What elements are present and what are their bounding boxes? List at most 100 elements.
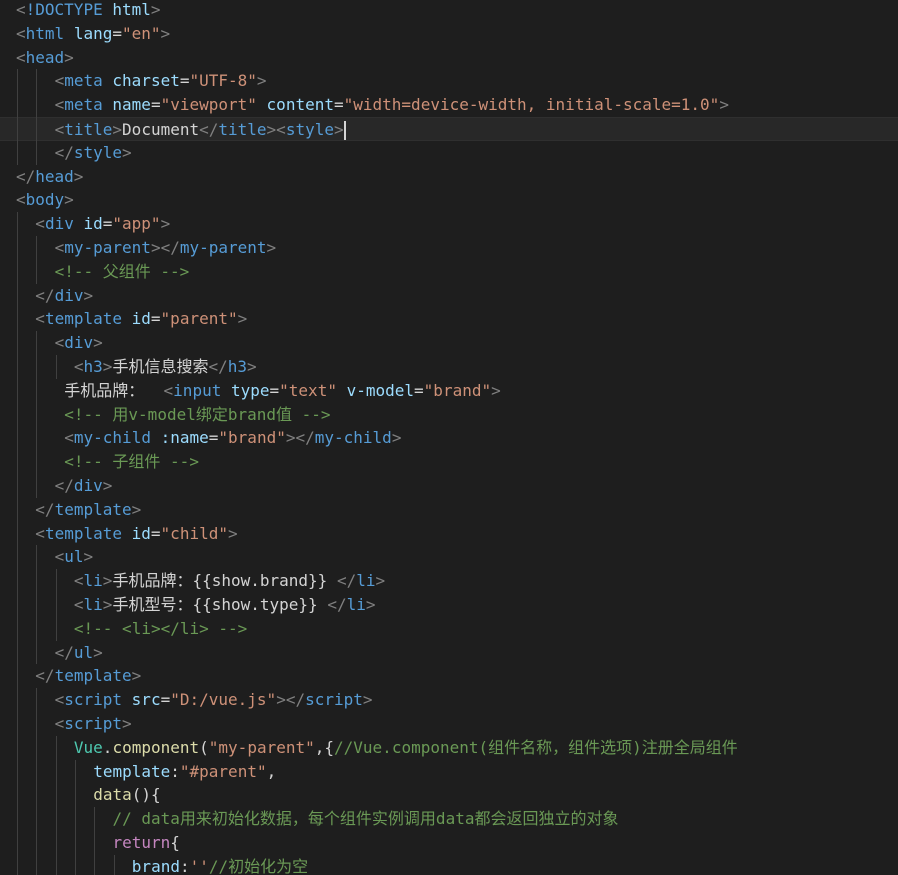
code-line[interactable]: data(){ — [0, 783, 898, 807]
plain-text: = — [150, 523, 161, 543]
code-line[interactable]: </div> — [0, 284, 898, 308]
tag-name: !DOCTYPE — [25, 0, 103, 19]
code-line[interactable]: <meta charset="UTF-8"> — [0, 69, 898, 93]
tag-name: ul — [73, 642, 94, 662]
code-line[interactable]: </head> — [0, 165, 898, 189]
string-literal: "D:/vue.js" — [170, 690, 277, 710]
tag-name: li — [83, 595, 103, 614]
plain-text — [122, 524, 132, 543]
code-comment: //Vue.component(组件名称，组件选项)注册全局组件 — [334, 737, 738, 757]
code-line[interactable]: <!-- <li></li> --> — [0, 617, 898, 641]
tag-name: template — [54, 666, 132, 686]
tag-bracket: > — [333, 120, 344, 139]
identifier: brand — [131, 856, 180, 875]
string-literal: "en" — [121, 23, 161, 43]
tag-bracket: > — [83, 547, 94, 567]
code-line[interactable]: </ul> — [0, 641, 898, 665]
tag-bracket: ></ — [285, 428, 315, 448]
plain-text: . — [102, 737, 113, 757]
code-line[interactable]: <template id="parent"> — [0, 307, 898, 331]
code-line[interactable]: <meta name="viewport" content="width=dev… — [0, 93, 898, 117]
plain-text — [122, 309, 132, 328]
attribute-name: :name — [160, 428, 209, 448]
string-literal: "parent" — [160, 309, 238, 329]
plain-text: { — [170, 833, 180, 852]
code-line[interactable]: <li>手机型号：{{show.type}} </li> — [0, 593, 898, 617]
plain-text — [122, 690, 132, 709]
code-line[interactable]: <title>Document</title><style> — [0, 117, 898, 141]
code-comment: <!-- 父组件 --> — [54, 261, 190, 281]
string-literal: "viewport" — [160, 95, 257, 115]
code-line[interactable]: </style> — [0, 141, 898, 165]
code-line[interactable]: <ul> — [0, 545, 898, 569]
code-line[interactable]: <my-child :name="brand"></my-child> — [0, 426, 898, 450]
plain-text — [257, 95, 267, 114]
code-line[interactable]: <head> — [0, 46, 898, 70]
code-line[interactable]: 手机品牌： <input type="text" v-model="brand"… — [0, 379, 898, 403]
plain-text: 手机品牌： — [64, 380, 164, 400]
identifier: template — [93, 761, 171, 781]
plain-text: ,{ — [314, 737, 335, 757]
code-line[interactable]: <!-- 父组件 --> — [0, 260, 898, 284]
tag-bracket: </ — [54, 642, 74, 662]
string-literal: "brand" — [423, 380, 492, 400]
tag-bracket: > — [131, 666, 142, 686]
code-line[interactable]: return{ — [0, 831, 898, 855]
code-line[interactable]: <!-- 子组件 --> — [0, 450, 898, 474]
code-line[interactable]: <div> — [0, 331, 898, 355]
code-comment: // data用来初始化数据，每个组件实例调用data都会返回独立的对象 — [112, 809, 619, 829]
plain-text: : — [179, 856, 190, 875]
code-line[interactable]: brand:''//初始化为空 — [0, 855, 898, 875]
code-line[interactable]: <!-- 用v-model绑定brand值 --> — [0, 403, 898, 427]
tag-name: title — [64, 120, 113, 139]
indent-guide — [94, 807, 96, 875]
tag-name: script — [305, 690, 363, 710]
string-literal: '' — [189, 856, 209, 875]
string-literal: "my-parent" — [208, 737, 315, 757]
tag-bracket: > — [375, 571, 386, 591]
tag-bracket: < — [16, 23, 26, 43]
tag-name: li — [83, 571, 103, 591]
tag-bracket: < — [73, 357, 84, 376]
code-line[interactable]: </template> — [0, 664, 898, 688]
tag-bracket: < — [16, 0, 26, 19]
tag-bracket: < — [73, 571, 84, 591]
attribute-name: type — [230, 380, 270, 400]
plain-text — [151, 428, 161, 447]
function-name: component — [112, 737, 200, 757]
tag-name: li — [356, 571, 376, 591]
tag-bracket: > — [102, 595, 113, 614]
plain-text — [103, 95, 113, 114]
tag-bracket: < — [54, 238, 65, 257]
indent-guide — [36, 69, 38, 165]
tag-bracket: < — [16, 190, 26, 210]
indent-guide — [36, 331, 38, 498]
tag-bracket: </ — [199, 120, 219, 139]
code-line[interactable]: </template> — [0, 498, 898, 522]
tag-bracket: > — [102, 476, 113, 495]
code-line[interactable]: </div> — [0, 474, 898, 498]
code-line[interactable]: template:"#parent", — [0, 760, 898, 784]
code-line[interactable]: <my-parent></my-parent> — [0, 236, 898, 260]
tag-name: input — [173, 380, 222, 400]
tag-bracket: < — [54, 120, 65, 139]
code-line[interactable]: <body> — [0, 188, 898, 212]
code-line[interactable]: // data用来初始化数据，每个组件实例调用data都会返回独立的对象 — [0, 807, 898, 831]
code-line[interactable]: <script src="D:/vue.js"></script> — [0, 688, 898, 712]
tag-bracket: > — [93, 642, 103, 662]
code-line[interactable]: <h3>手机信息搜索</h3> — [0, 355, 898, 379]
code-line[interactable]: <!DOCTYPE html> — [0, 0, 898, 22]
code-editor[interactable]: <!DOCTYPE html> <html lang="en"> <head> <me… — [0, 0, 898, 875]
code-line[interactable]: <html lang="en"> — [0, 22, 898, 46]
code-line[interactable]: <script> — [0, 712, 898, 736]
tag-bracket: > — [112, 120, 123, 139]
attribute-name: v-model — [346, 380, 415, 400]
code-line[interactable]: <li>手机品牌：{{show.brand}} </li> — [0, 569, 898, 593]
code-line[interactable]: <template id="child"> — [0, 522, 898, 546]
indent-guide — [36, 688, 38, 875]
tag-bracket: </ — [35, 499, 55, 519]
code-line[interactable]: Vue.component("my-parent",{//Vue.compone… — [0, 736, 898, 760]
code-line[interactable]: <div id="app"> — [0, 212, 898, 236]
indent-guide — [113, 854, 115, 875]
attribute-name: name — [112, 95, 151, 115]
